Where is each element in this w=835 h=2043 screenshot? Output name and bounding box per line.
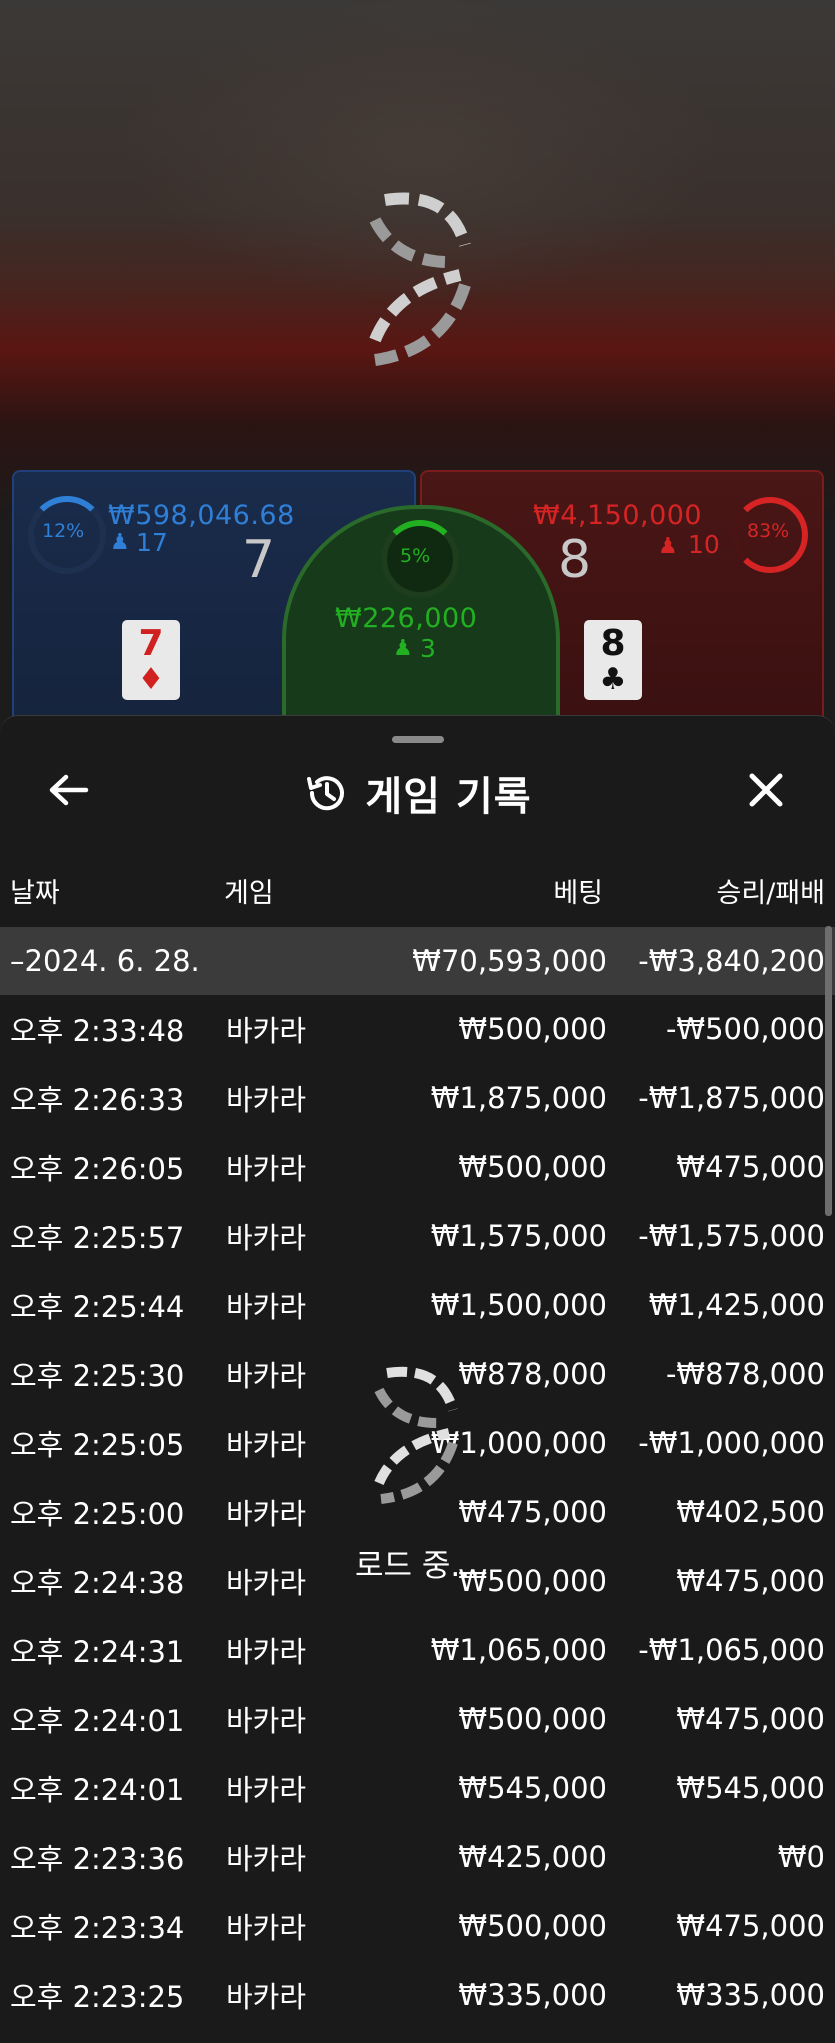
row-game: 바카라 (226, 1497, 307, 1531)
history-row[interactable]: 오후 2:25:44 바카라 ₩1,500,000 ₩1,425,000 (0, 1271, 835, 1339)
row-win-loss: -₩1,065,000 (638, 1633, 825, 1667)
player-score: 7 (242, 530, 276, 590)
player-user-count: 17 (136, 528, 168, 557)
row-game: 바카라 (226, 1773, 307, 1807)
row-bet: ₩1,500,000 (430, 1288, 607, 1322)
loading-spinner-icon (374, 1366, 458, 1504)
row-time: 오후 2:23:36 (10, 1842, 185, 1876)
row-time: 오후 2:23:34 (10, 1911, 185, 1945)
row-bet: ₩545,000 (458, 1771, 607, 1805)
date-summary-row[interactable]: –2024. 6. 28. ₩70,593,000 -₩3,840,200 (0, 927, 835, 995)
column-header-game: 게임 (224, 878, 274, 909)
row-game: 바카라 (226, 1221, 307, 1255)
summary-date: –2024. 6. 28. (10, 944, 200, 978)
row-game: 바카라 (226, 1083, 307, 1117)
column-header-date: 날짜 (10, 878, 60, 909)
brand-logo-icon (369, 192, 471, 366)
row-game: 바카라 (226, 1359, 307, 1393)
row-time: 오후 2:25:44 (10, 1290, 185, 1324)
history-row[interactable]: 오후 2:23:34 바카라 ₩500,000 ₩475,000 (0, 1892, 835, 1960)
row-time: 오후 2:33:48 (10, 1014, 185, 1048)
row-game: 바카라 (226, 1980, 307, 2014)
player-card: 7 ♦ (122, 620, 180, 700)
sheet-drag-handle[interactable] (392, 736, 444, 743)
row-win-loss: -₩878,000 (665, 1357, 825, 1391)
row-time: 오후 2:25:00 (10, 1497, 185, 1531)
tie-percent: 5% (400, 545, 431, 567)
loading-text: 로드 중... (355, 1548, 480, 1584)
row-win-loss: ₩545,000 (676, 1771, 825, 1805)
row-win-loss: -₩1,875,000 (638, 1081, 825, 1115)
row-win-loss: -₩1,000,000 (638, 1426, 825, 1460)
row-time: 오후 2:23:25 (10, 1980, 185, 2014)
player-user-icon: ♟ (110, 530, 130, 555)
history-row[interactable]: 오후 2:33:48 바카라 ₩500,000 -₩500,000 (0, 995, 835, 1063)
banker-user-icon: ♟ (658, 534, 678, 559)
history-icon (307, 776, 345, 811)
row-time: 오후 2:24:01 (10, 1773, 185, 1807)
row-bet: ₩425,000 (458, 1840, 607, 1874)
row-bet: ₩1,065,000 (430, 1633, 607, 1667)
close-icon[interactable] (744, 768, 788, 812)
tie-bet-amount: ₩226,000 (335, 603, 478, 634)
row-win-loss: ₩1,425,000 (648, 1288, 825, 1322)
row-time: 오후 2:25:05 (10, 1428, 185, 1462)
row-bet: ₩500,000 (458, 1012, 607, 1046)
row-time: 오후 2:24:31 (10, 1635, 185, 1669)
row-game: 바카라 (226, 1014, 307, 1048)
column-header-bet: 베팅 (553, 878, 603, 909)
row-bet: ₩500,000 (458, 1909, 607, 1943)
summary-bet-total: ₩70,593,000 (412, 944, 607, 978)
row-time: 오후 2:26:05 (10, 1152, 185, 1186)
row-bet: ₩1,875,000 (430, 1081, 607, 1115)
history-row[interactable]: 오후 2:24:31 바카라 ₩1,065,000 -₩1,065,000 (0, 1616, 835, 1684)
banker-user-count: 10 (688, 530, 720, 559)
row-time: 오후 2:25:30 (10, 1359, 185, 1393)
banker-score: 8 (558, 530, 592, 590)
scrollbar[interactable] (825, 926, 832, 1216)
row-game: 바카라 (226, 1911, 307, 1945)
row-win-loss: -₩500,000 (665, 1012, 825, 1046)
row-game: 바카라 (226, 1842, 307, 1876)
history-row[interactable]: 오후 2:26:05 바카라 ₩500,000 ₩475,000 (0, 1133, 835, 1201)
row-win-loss: -₩1,575,000 (638, 1219, 825, 1253)
row-time: 오후 2:24:01 (10, 1704, 185, 1738)
row-bet: ₩500,000 (458, 1150, 607, 1184)
row-win-loss: ₩335,000 (676, 1978, 825, 2012)
sheet-title: 게임 기록 (365, 774, 532, 820)
row-game: 바카라 (226, 1635, 307, 1669)
summary-win-total: -₩3,840,200 (638, 944, 825, 978)
history-row[interactable]: 오후 2:24:01 바카라 ₩545,000 ₩545,000 (0, 1754, 835, 1822)
row-win-loss: ₩475,000 (676, 1702, 825, 1736)
row-game: 바카라 (226, 1428, 307, 1462)
column-header-win-loss: 승리/패배 (716, 878, 825, 909)
tie-user-icon: ♟ (393, 636, 413, 661)
player-percent: 12% (42, 520, 85, 542)
row-win-loss: ₩475,000 (676, 1909, 825, 1943)
history-row[interactable]: 오후 2:23:25 바카라 ₩335,000 ₩335,000 (0, 1961, 835, 2029)
row-win-loss: ₩475,000 (676, 1150, 825, 1184)
row-bet: ₩335,000 (458, 1978, 607, 2012)
row-time: 오후 2:26:33 (10, 1083, 185, 1117)
row-bet: ₩1,575,000 (430, 1219, 607, 1253)
row-game: 바카라 (226, 1152, 307, 1186)
row-bet: ₩500,000 (458, 1702, 607, 1736)
row-game: 바카라 (226, 1704, 307, 1738)
row-bet: ₩878,000 (458, 1357, 607, 1391)
row-time: 오후 2:25:57 (10, 1221, 185, 1255)
row-win-loss: ₩402,500 (676, 1495, 825, 1529)
banker-bet-amount: ₩4,150,000 (533, 500, 703, 531)
history-row[interactable]: 오후 2:26:33 바카라 ₩1,875,000 -₩1,875,000 (0, 1064, 835, 1132)
player-bet-amount: ₩598,046.68 (108, 500, 295, 531)
row-bet: ₩475,000 (458, 1495, 607, 1529)
row-win-loss: ₩0 (777, 1840, 825, 1874)
history-row[interactable]: 오후 2:25:57 바카라 ₩1,575,000 -₩1,575,000 (0, 1202, 835, 1270)
history-row[interactable]: 오후 2:23:36 바카라 ₩425,000 ₩0 (0, 1823, 835, 1891)
banker-percent: 83% (747, 520, 790, 542)
history-row[interactable]: 오후 2:24:01 바카라 ₩500,000 ₩475,000 (0, 1685, 835, 1753)
row-game: 바카라 (226, 1290, 307, 1324)
sheet-header: 게임 기록 (0, 764, 835, 822)
banker-card: 8 ♣ (584, 620, 642, 700)
tie-user-count: 3 (420, 634, 436, 663)
